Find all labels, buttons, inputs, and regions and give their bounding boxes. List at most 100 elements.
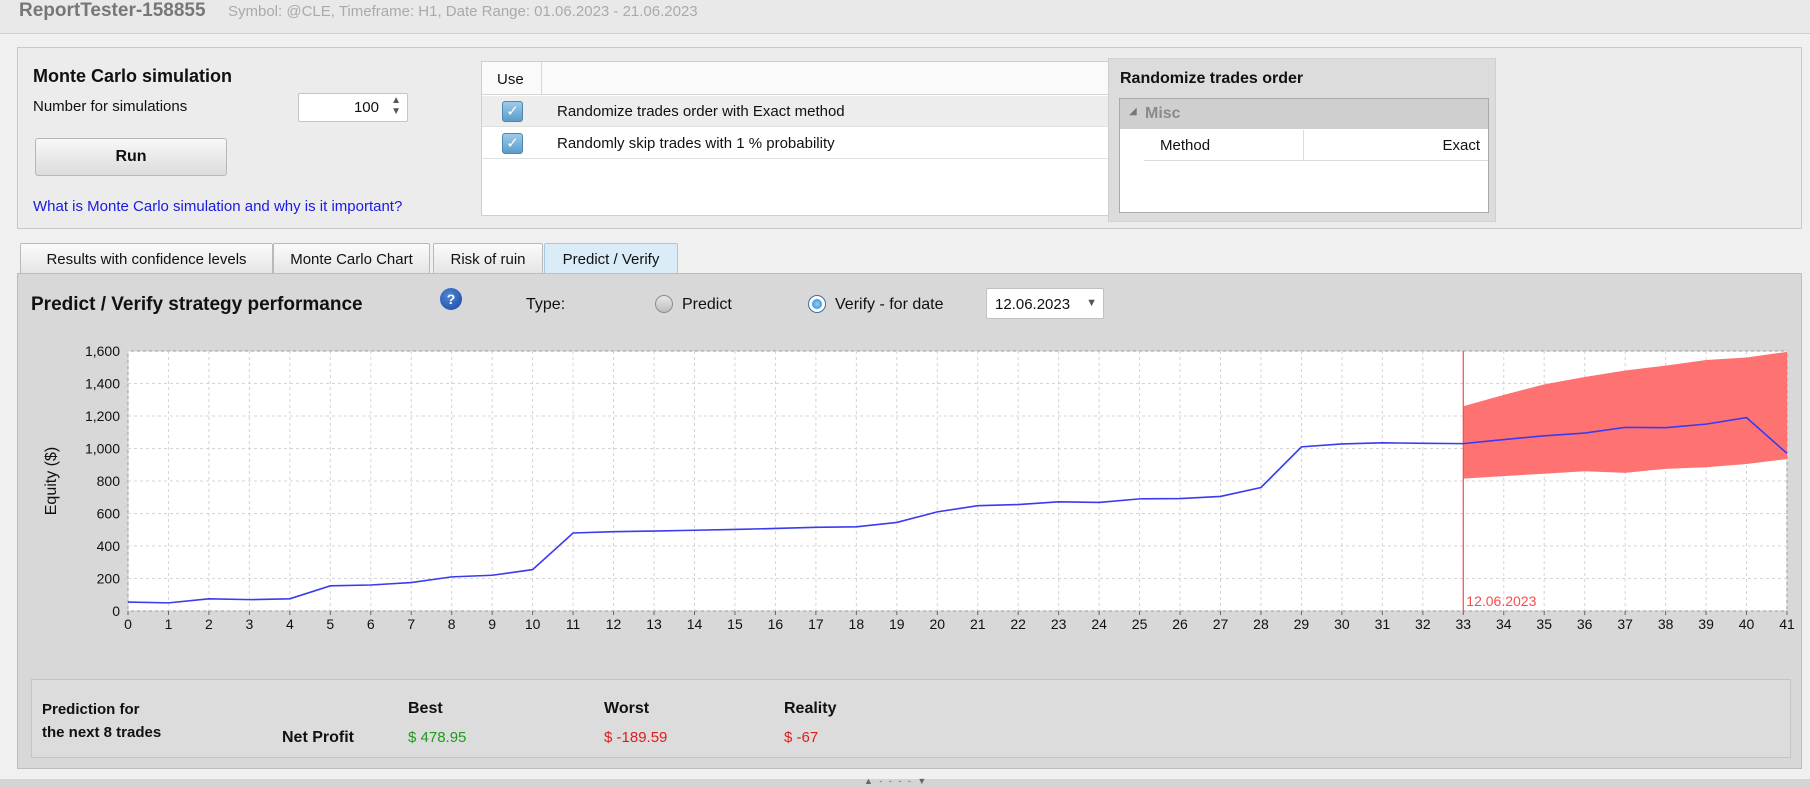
use-row-label: Randomly skip trades with 1 % probabilit… bbox=[557, 135, 835, 152]
radio-verify-label[interactable]: Verify - for date bbox=[835, 296, 944, 314]
x-tick-label: 34 bbox=[1496, 616, 1512, 629]
type-label: Type: bbox=[526, 296, 566, 313]
x-tick-label: 5 bbox=[326, 616, 334, 629]
equity-chart-svg: 02004006008001,0001,2001,4001,6000 1 2 3 4 5 6… bbox=[43, 343, 1795, 632]
checkbox-skip[interactable]: ✓ bbox=[502, 133, 523, 154]
simulations-label: Number for simulations bbox=[33, 98, 188, 115]
x-tick-label: 25 bbox=[1132, 616, 1148, 629]
x-tick-label: 11 bbox=[566, 616, 581, 629]
x-tick-label: 15 bbox=[727, 616, 743, 629]
property-category-label: Misc bbox=[1145, 105, 1181, 122]
x-tick-label: 4 bbox=[286, 616, 294, 629]
radio-verify[interactable] bbox=[808, 295, 826, 313]
chevron-down-icon[interactable]: ▼ bbox=[1086, 297, 1097, 309]
predict-verify-panel: Predict / Verify strategy performance ? … bbox=[17, 273, 1802, 769]
x-tick-label: 7 bbox=[407, 616, 415, 629]
tab-risk-of-ruin[interactable]: Risk of ruin bbox=[433, 243, 543, 274]
tab-results-confidence[interactable]: Results with confidence levels bbox=[20, 243, 273, 274]
x-tick-label: 31 bbox=[1375, 616, 1391, 629]
x-tick-label: 35 bbox=[1536, 616, 1552, 629]
reality-header: Reality bbox=[784, 700, 837, 717]
verify-date-select[interactable]: 12.06.2023 ▼ bbox=[986, 288, 1104, 319]
prediction-summary: Prediction for the next 8 trades Best Wo… bbox=[31, 679, 1791, 758]
tab-monte-carlo-chart[interactable]: Monte Carlo Chart bbox=[273, 243, 430, 274]
prediction-label: Prediction for the next 8 trades bbox=[42, 698, 242, 744]
x-tick-label: 21 bbox=[970, 616, 986, 629]
use-table-header: Use bbox=[482, 62, 1115, 95]
x-tick-label: 1 bbox=[165, 616, 173, 629]
splitter-handle-icon[interactable]: ▲ - - - - ▼ bbox=[864, 776, 928, 786]
x-tick-label: 32 bbox=[1415, 616, 1431, 629]
monte-carlo-title: Monte Carlo simulation bbox=[33, 66, 233, 86]
y-tick-label: 1,600 bbox=[85, 343, 120, 359]
x-tick-label: 16 bbox=[768, 616, 784, 629]
y-axis-label: Equity ($) bbox=[43, 447, 60, 515]
simulations-spinner[interactable]: 100 ▲ ▼ bbox=[298, 93, 408, 122]
reality-net-profit: $ -67 bbox=[784, 729, 819, 746]
splitter-bar[interactable]: ▲ - - - - ▼ bbox=[0, 776, 1810, 787]
property-row-method[interactable]: Method Exact bbox=[1144, 130, 1488, 161]
y-tick-label: 200 bbox=[97, 571, 121, 587]
property-grid: ◢ Misc Method Exact bbox=[1119, 98, 1489, 213]
randomize-properties-panel: Randomize trades order ◢ Misc Method Exa… bbox=[1108, 58, 1496, 222]
prediction-label-line1: Prediction for bbox=[42, 701, 140, 718]
x-tick-label: 39 bbox=[1698, 616, 1714, 629]
x-tick-label: 23 bbox=[1051, 616, 1067, 629]
x-tick-label: 14 bbox=[687, 616, 703, 629]
x-tick-label: 40 bbox=[1739, 616, 1755, 629]
x-tick-label: 22 bbox=[1010, 616, 1026, 629]
y-tick-label: 1,200 bbox=[85, 408, 120, 424]
checkbox-randomize[interactable]: ✓ bbox=[502, 101, 523, 122]
tab-predict-verify[interactable]: Predict / Verify bbox=[544, 243, 678, 274]
x-tick-label: 36 bbox=[1577, 616, 1593, 629]
x-tick-label: 38 bbox=[1658, 616, 1674, 629]
use-row-label: Randomize trades order with Exact method bbox=[557, 103, 845, 120]
x-tick-label: 18 bbox=[849, 616, 865, 629]
y-tick-label: 800 bbox=[97, 473, 121, 489]
y-tick-label: 1,000 bbox=[85, 441, 120, 457]
y-tick-label: 600 bbox=[97, 506, 121, 522]
equity-chart: 0 200 400 600 800 1,000 1,200 1,400 1,600 0 1 2 3 4 5 6… bbox=[26, 339, 1796, 632]
x-tick-label: 2 bbox=[205, 616, 213, 629]
best-header: Best bbox=[408, 700, 443, 717]
x-tick-label: 20 bbox=[929, 616, 945, 629]
help-icon[interactable]: ? bbox=[440, 288, 462, 310]
use-row-skip[interactable]: ✓ Randomly skip trades with 1 % probabil… bbox=[482, 128, 1115, 159]
x-tick-label: 33 bbox=[1456, 616, 1472, 629]
spinner-arrows-icon[interactable]: ▲ ▼ bbox=[391, 95, 401, 117]
verify-date-value: 12.06.2023 bbox=[995, 296, 1071, 313]
x-tick-label: 9 bbox=[488, 616, 496, 629]
x-tick-label: 27 bbox=[1213, 616, 1229, 629]
x-tick-label: 13 bbox=[646, 616, 662, 629]
monte-carlo-help-link[interactable]: What is Monte Carlo simulation and why i… bbox=[33, 198, 402, 215]
x-tick-label: 30 bbox=[1334, 616, 1350, 629]
window-title: ReportTester-158855 bbox=[19, 0, 206, 21]
property-value[interactable]: Exact bbox=[1442, 137, 1480, 154]
worst-header: Worst bbox=[604, 700, 650, 717]
x-tick-label: 8 bbox=[448, 616, 456, 629]
x-tick-label: 10 bbox=[525, 616, 541, 629]
y-tick-label: 400 bbox=[97, 538, 121, 554]
x-tick-label: 29 bbox=[1294, 616, 1310, 629]
run-button[interactable]: Run bbox=[35, 138, 227, 176]
x-tick-label: 12 bbox=[606, 616, 622, 629]
use-row-randomize[interactable]: ✓ Randomize trades order with Exact meth… bbox=[482, 96, 1115, 127]
x-tick-label: 41 bbox=[1779, 616, 1795, 629]
prediction-label-line2: the next 8 trades bbox=[42, 724, 162, 741]
x-tick-label: 37 bbox=[1617, 616, 1633, 629]
worst-net-profit: $ -189.59 bbox=[604, 729, 668, 746]
radio-predict[interactable] bbox=[655, 295, 673, 313]
randomize-title: Randomize trades order bbox=[1120, 70, 1304, 87]
y-tick-label: 0 bbox=[112, 603, 120, 619]
x-tick-label: 24 bbox=[1091, 616, 1107, 629]
property-name: Method bbox=[1144, 130, 1304, 160]
y-tick-label: 1,400 bbox=[85, 376, 120, 392]
x-tick-label: 6 bbox=[367, 616, 375, 629]
property-category-misc[interactable]: ◢ Misc bbox=[1120, 99, 1488, 129]
x-tick-label: 17 bbox=[808, 616, 824, 629]
simulations-value: 100 bbox=[353, 99, 379, 116]
collapse-triangle-icon[interactable]: ◢ bbox=[1129, 106, 1137, 117]
x-tick-label: 26 bbox=[1172, 616, 1188, 629]
radio-predict-label[interactable]: Predict bbox=[682, 296, 732, 314]
verify-date-marker-label: 12.06.2023 bbox=[1466, 593, 1536, 609]
